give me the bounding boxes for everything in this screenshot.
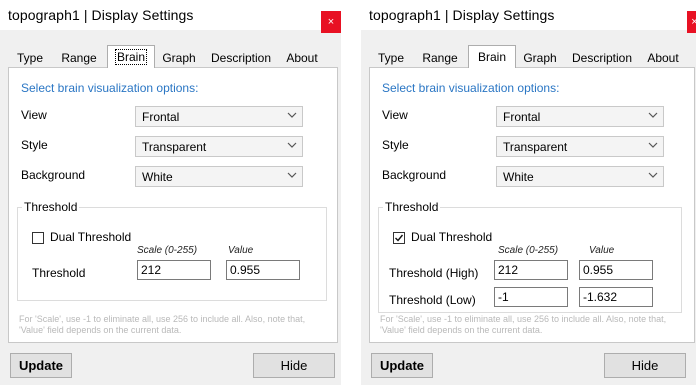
threshold-low-label: Threshold (Low) (389, 293, 476, 307)
tab-range[interactable]: Range (56, 49, 102, 67)
scale-header: Scale (0-255) (498, 245, 559, 256)
threshold-group: Threshold Dual Threshold Scale (0-255) V… (17, 200, 327, 301)
background-dropdown[interactable]: White (496, 166, 664, 187)
tab-type[interactable]: Type (373, 49, 409, 67)
view-value: Frontal (503, 110, 541, 124)
dual-threshold-label: Dual Threshold (50, 230, 132, 244)
value-header: Value (228, 245, 254, 256)
view-label: View (382, 108, 408, 122)
style-label: Style (382, 138, 409, 152)
scale-header: Scale (0-255) (137, 245, 198, 256)
close-icon[interactable]: × (687, 11, 696, 33)
hint-text: For 'Scale', use -1 to eliminate all, us… (19, 314, 306, 335)
chevron-down-icon (287, 112, 297, 118)
update-button[interactable]: Update (371, 353, 433, 378)
tab-type[interactable]: Type (12, 49, 48, 67)
style-value: Transparent (503, 140, 568, 154)
tab-graph[interactable]: Graph (517, 49, 563, 67)
dual-threshold-checkbox[interactable] (393, 232, 405, 244)
threshold-high-value-field[interactable]: 0.955 (579, 260, 653, 280)
view-dropdown[interactable]: Frontal (135, 106, 303, 127)
close-icon[interactable]: × (321, 11, 341, 33)
tab-range[interactable]: Range (417, 49, 463, 67)
chevron-down-icon (648, 112, 658, 118)
threshold-low-scale-field[interactable]: -1 (494, 287, 568, 307)
window-title: topograph1 | Display Settings (369, 7, 555, 23)
checkmark-icon (395, 234, 404, 242)
chevron-down-icon (287, 142, 297, 148)
tab-brain[interactable]: Brain (468, 45, 516, 68)
brain-tab-panel: Select brain visualization options: View… (369, 67, 695, 343)
chevron-down-icon (648, 172, 658, 178)
hint-text: For 'Scale', use -1 to eliminate all, us… (380, 314, 667, 335)
window-title: topograph1 | Display Settings (8, 7, 194, 23)
update-button[interactable]: Update (10, 353, 72, 378)
hide-button[interactable]: Hide (604, 353, 686, 378)
tab-graph[interactable]: Graph (156, 49, 202, 67)
view-value: Frontal (142, 110, 180, 124)
value-header: Value (589, 245, 615, 256)
tab-description[interactable]: Description (566, 49, 638, 67)
background-dropdown[interactable]: White (135, 166, 303, 187)
dual-threshold-checkbox[interactable] (32, 232, 44, 244)
instruction-text: Select brain visualization options: (382, 81, 560, 95)
threshold-low-value-field[interactable]: -1.632 (579, 287, 653, 307)
threshold-group-title: Threshold (383, 200, 441, 214)
dual-threshold-label: Dual Threshold (411, 230, 493, 244)
brain-tab-panel: Select brain visualization options: View… (8, 67, 338, 343)
style-value: Transparent (142, 140, 207, 154)
instruction-text: Select brain visualization options: (21, 81, 199, 95)
background-label: Background (21, 168, 86, 182)
tab-brain[interactable]: Brain (107, 45, 155, 68)
background-value: White (503, 170, 534, 184)
threshold-scale-field[interactable]: 212 (137, 260, 211, 280)
style-dropdown[interactable]: Transparent (496, 136, 664, 157)
display-settings-window-single: topograph1 | Display Settings × Type Ran… (0, 0, 341, 385)
hide-button[interactable]: Hide (253, 353, 335, 378)
background-label: Background (382, 168, 447, 182)
threshold-group-title: Threshold (22, 200, 80, 214)
chevron-down-icon (648, 142, 658, 148)
style-label: Style (21, 138, 48, 152)
chevron-down-icon (287, 172, 297, 178)
background-value: White (142, 170, 173, 184)
tab-about[interactable]: About (641, 49, 685, 67)
style-dropdown[interactable]: Transparent (135, 136, 303, 157)
title-bar: topograph1 | Display Settings (361, 0, 696, 30)
view-dropdown[interactable]: Frontal (496, 106, 664, 127)
display-settings-window-dual: topograph1 | Display Settings × Type Ran… (361, 0, 696, 385)
threshold-label: Threshold (32, 266, 86, 280)
threshold-high-scale-field[interactable]: 212 (494, 260, 568, 280)
title-bar: topograph1 | Display Settings (0, 0, 341, 30)
view-label: View (21, 108, 47, 122)
threshold-high-label: Threshold (High) (389, 266, 479, 280)
threshold-group: Threshold Dual Threshold Scale (0-255) V… (378, 200, 682, 313)
tab-about[interactable]: About (280, 49, 324, 67)
threshold-value-field[interactable]: 0.955 (226, 260, 300, 280)
tab-description[interactable]: Description (205, 49, 277, 67)
